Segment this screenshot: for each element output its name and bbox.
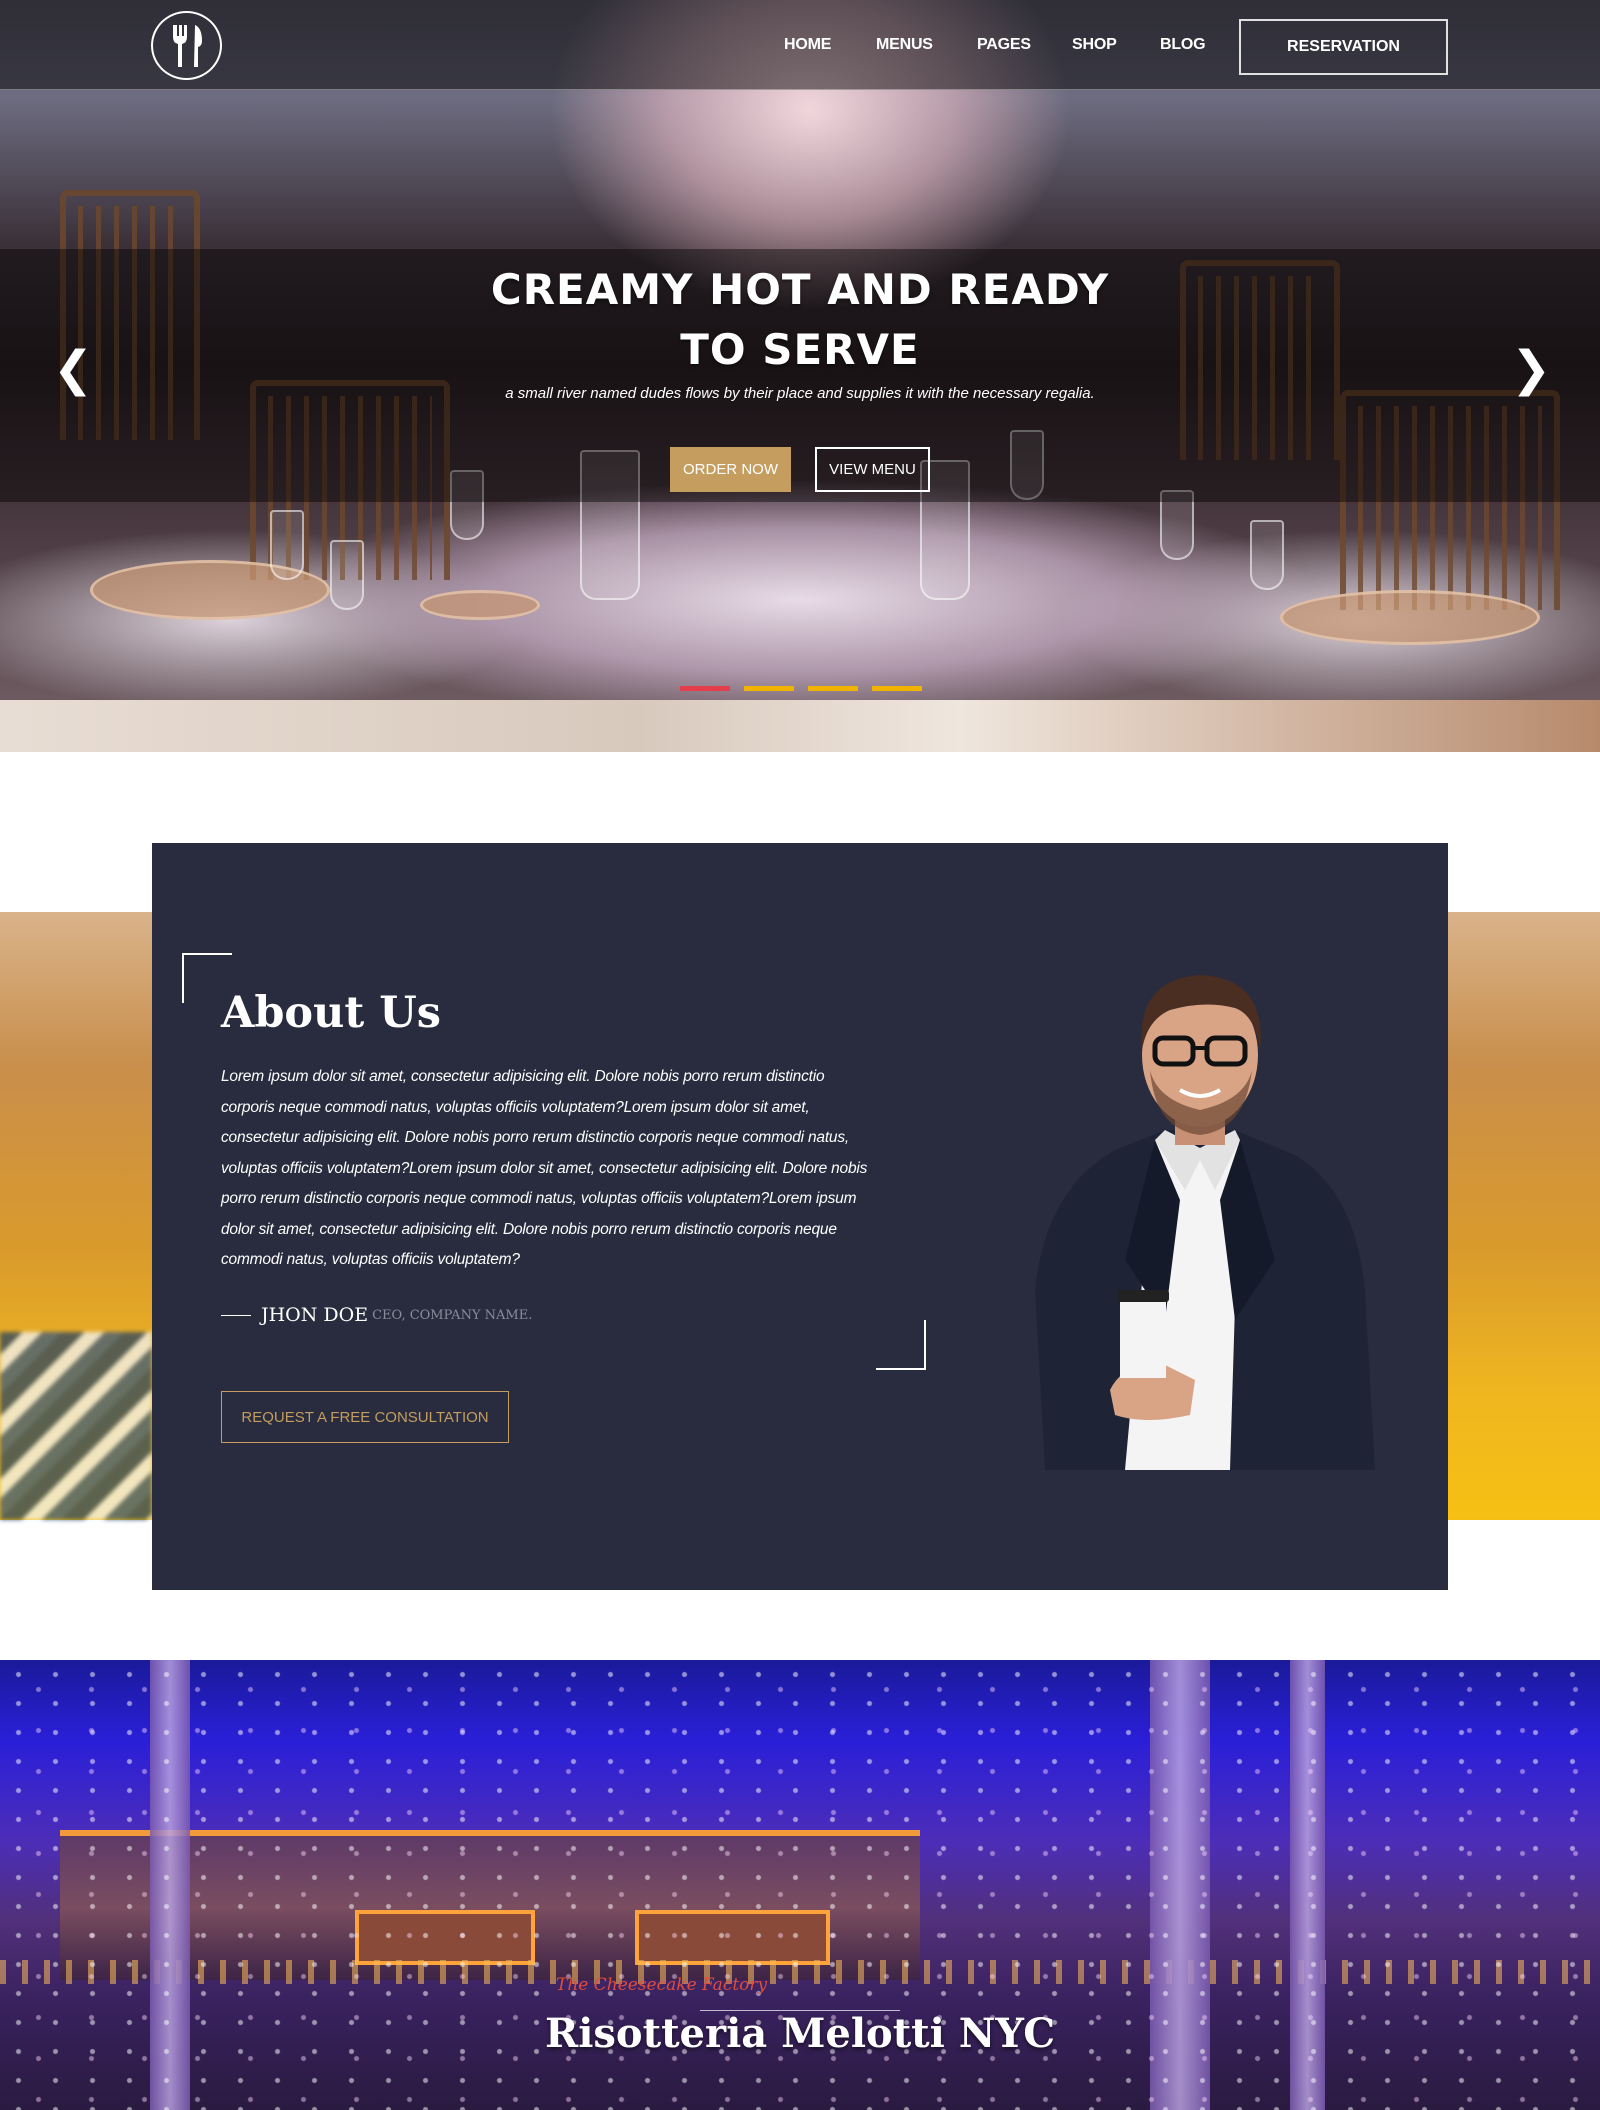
nav-item-menus[interactable]: MENUS (876, 36, 933, 54)
nav-item-blog[interactable]: BLOG (1160, 36, 1206, 54)
plate-decoration (1280, 590, 1540, 645)
logo[interactable] (151, 11, 222, 80)
fork-and-knife-icon (172, 24, 202, 67)
tablecloth-strip (0, 700, 1600, 752)
author-role: CEO, COMPANY NAME. (372, 1307, 533, 1323)
slide-subtitle: a small river named dudes flows by their… (505, 385, 1095, 402)
signature-dash (221, 1314, 251, 1316)
reservation-button[interactable]: RESERVATION (1239, 19, 1448, 75)
glass-decoration (330, 540, 364, 610)
about-title: About Us (221, 988, 441, 1038)
slider-dot[interactable] (808, 686, 858, 691)
author-name: JHON DOE (261, 1304, 369, 1326)
nav-item-pages[interactable]: PAGES (977, 36, 1031, 54)
slider-dot[interactable] (872, 686, 922, 691)
slider-dot[interactable] (744, 686, 794, 691)
glass-decoration (1250, 520, 1284, 590)
slider-dot[interactable] (680, 686, 730, 691)
slide-title: CREAMY HOT AND READY TO SERVE (490, 265, 1110, 374)
corner-decoration-bottom-right (876, 1320, 926, 1370)
plate-decoration (420, 590, 540, 620)
view-menu-button[interactable]: VIEW MENU (815, 447, 930, 492)
venue-title: Risotteria Melotti NYC (544, 2010, 1056, 2057)
author-signature: JHON DOE CEO, COMPANY NAME. (221, 1304, 532, 1326)
chevron-right-icon[interactable]: ❯ (1511, 345, 1551, 397)
order-now-button[interactable]: ORDER NOW (670, 447, 791, 492)
nav-item-shop[interactable]: SHOP (1072, 36, 1117, 54)
venue-sign: The Cheesecake Factory (556, 1975, 768, 1995)
about-body-text: Lorem ipsum dolor sit amet, consectetur … (221, 1068, 868, 1268)
glass-decoration (270, 510, 304, 580)
chevron-left-icon[interactable]: ❮ (53, 345, 93, 397)
nav-item-home[interactable]: HOME (784, 36, 831, 54)
request-consultation-button[interactable]: REQUEST A FREE CONSULTATION (221, 1391, 509, 1443)
person-portrait-image (1035, 975, 1375, 1470)
top-navbar: HOME MENUS PAGES SHOP BLOG RESERVATION (0, 0, 1600, 90)
